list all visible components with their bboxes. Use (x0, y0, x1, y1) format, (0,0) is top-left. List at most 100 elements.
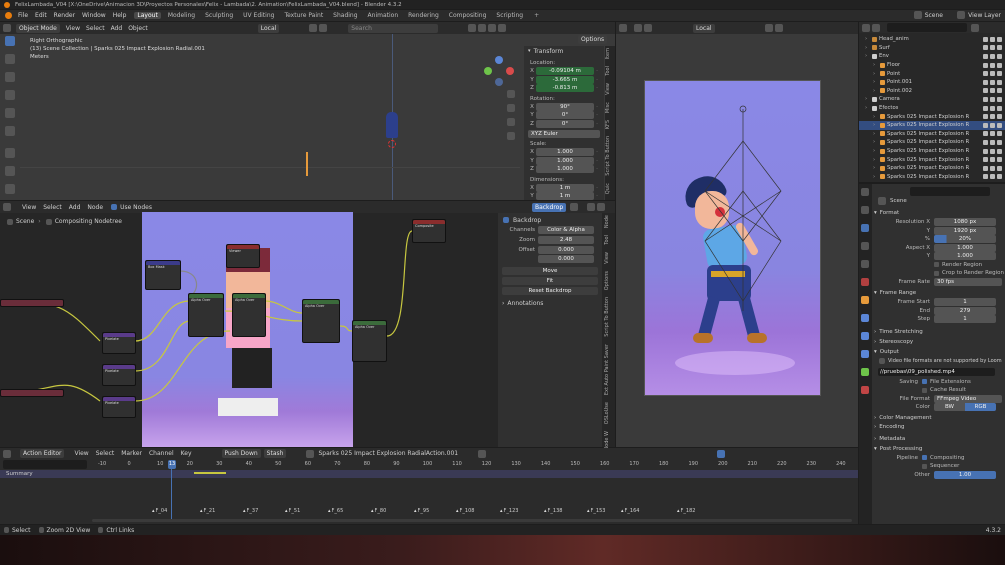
node-box-mask[interactable]: Box Mask (145, 260, 181, 290)
dopesheet-menu-select[interactable]: Select (96, 450, 115, 457)
cache-result-checkbox[interactable] (922, 387, 927, 393)
render-icon[interactable] (997, 174, 1002, 180)
camera-icon[interactable] (990, 139, 995, 145)
render-icon[interactable] (997, 36, 1002, 42)
node-alpha-over-3[interactable]: Alpha Over (302, 299, 340, 343)
scale-x-field[interactable]: 1.000 (536, 148, 594, 157)
keyframe-dot-icon[interactable]: · (594, 193, 600, 199)
frame-start-field[interactable]: 1 (934, 298, 996, 307)
timeline-marker[interactable]: ▴ F_182 (677, 508, 695, 514)
render-icon[interactable] (997, 71, 1002, 77)
keyframe-dot-icon[interactable]: · (594, 85, 600, 91)
render-icon[interactable] (997, 131, 1002, 137)
file-format-field[interactable]: FFmpeg Video (934, 394, 1002, 403)
workspace-tab-uv-editing[interactable]: UV Editing (240, 12, 277, 19)
menu-window[interactable]: Window (82, 12, 106, 19)
editor-type-icon[interactable] (3, 24, 11, 32)
n-panel-tab-view[interactable]: View (605, 81, 611, 97)
dopesheet-menu-channel[interactable]: Channel (149, 450, 174, 457)
material-props-icon[interactable] (861, 386, 869, 394)
color-bw-button[interactable]: BW (934, 403, 965, 412)
frame-end-field[interactable]: 279 (934, 306, 996, 315)
camera-tool-icon[interactable] (634, 24, 642, 32)
outliner-row[interactable]: › Sparks 025 Impact Explosion Ra (859, 164, 1005, 173)
camera-icon[interactable] (990, 71, 995, 77)
outliner-row[interactable]: › Point.001 (859, 78, 1005, 87)
backdrop-channel-icon[interactable] (570, 203, 579, 211)
timeline-marker[interactable]: ▴ F_95 (414, 508, 429, 514)
menu-render[interactable]: Render (54, 12, 75, 19)
camera-icon[interactable] (990, 148, 995, 154)
dopesheet-filter-icon[interactable] (717, 449, 726, 458)
scale-z-field[interactable]: 1.000 (536, 165, 594, 174)
eye-icon[interactable] (983, 157, 988, 163)
backdrop-checkbox[interactable] (503, 217, 509, 223)
render-icon[interactable] (997, 165, 1002, 171)
outliner-row[interactable]: › Sparks 025 Impact Explosion Ra (859, 130, 1005, 139)
sequencer-checkbox[interactable] (922, 463, 927, 469)
viewport-menu-select[interactable]: Select (86, 25, 105, 32)
eye-icon[interactable] (983, 71, 988, 77)
workspace-tab-animation[interactable]: Animation (365, 12, 402, 19)
dopesheet-menu-key[interactable]: Key (181, 450, 192, 457)
physics-props-icon[interactable] (861, 332, 869, 340)
compositor-tab-node[interactable]: Node (604, 213, 610, 230)
keyframe-dot-icon[interactable]: · (594, 149, 600, 155)
n-panel-tab-quic[interactable]: Quic (605, 181, 611, 196)
node-alpha-over-1[interactable]: Alpha Over (188, 293, 224, 337)
outliner-row[interactable]: › Sparks 025 Impact Explosion Ra (859, 173, 1005, 182)
expand-chevron-icon[interactable]: › (873, 122, 878, 128)
push-down-button[interactable]: Push Down (221, 449, 261, 458)
camera-tool2-icon[interactable] (644, 24, 652, 32)
scene-selector[interactable]: Scene (913, 11, 943, 19)
timeline-marker[interactable]: ▴ F_80 (371, 508, 386, 514)
keyframe-dot-icon[interactable]: · (594, 104, 600, 110)
timeline-marker[interactable]: ▴ F_37 (243, 508, 258, 514)
viewport-menu-add[interactable]: Add (111, 25, 123, 32)
eye-icon[interactable] (983, 96, 988, 102)
timeline-marker[interactable]: ▴ F_164 (621, 508, 639, 514)
overlay-icon[interactable] (468, 24, 477, 32)
keyframe-dot-icon[interactable]: · (594, 112, 600, 118)
camera-icon[interactable] (990, 105, 995, 111)
rotation-mode-select[interactable]: XYZ Euler (528, 130, 600, 138)
outliner-row[interactable]: › Env (859, 52, 1005, 61)
dopesheet-editor-icon[interactable] (3, 449, 11, 458)
select-box-tool-icon[interactable] (5, 36, 15, 46)
scene-props-icon[interactable] (861, 260, 869, 268)
add-workspace-icon[interactable]: + (534, 12, 539, 19)
n-panel-tab-kfs[interactable]: KFS (605, 118, 611, 131)
node-pixelate-1[interactable]: Pixelate (102, 332, 136, 354)
expand-chevron-icon[interactable]: › (865, 45, 870, 51)
workspace-tab-layout[interactable]: Layout (134, 12, 161, 19)
node-pixelate-2[interactable]: Pixelate (102, 364, 136, 386)
outliner-row[interactable]: › Point.002 (859, 87, 1005, 96)
move-tool-icon[interactable] (5, 72, 15, 82)
camera-icon[interactable] (990, 88, 995, 94)
aspect-x-field[interactable]: 1.000 (934, 243, 996, 252)
world-props-icon[interactable] (861, 278, 869, 286)
camera-overlay-icon[interactable] (764, 24, 773, 32)
timeline-marker[interactable]: ▴ F_153 (587, 508, 605, 514)
outliner-row[interactable]: › Sparks 025 Impact Explosion Ra (859, 138, 1005, 147)
camera-editor-type-icon[interactable] (619, 24, 627, 32)
action-name-field[interactable]: Sparks 025 Impact Explosion RadialAction… (318, 450, 458, 457)
eye-icon[interactable] (983, 79, 988, 85)
outliner-row[interactable]: › Head_anim (859, 35, 1005, 44)
encoding-header[interactable]: › Encoding (874, 423, 1005, 432)
dopesheet-mode-select[interactable]: Action Editor (20, 449, 65, 458)
rotate-tool-icon[interactable] (5, 90, 15, 100)
annotate-tool-icon[interactable] (5, 148, 15, 158)
expand-chevron-icon[interactable]: › (873, 139, 878, 145)
eye-icon[interactable] (983, 122, 988, 128)
camera-shading-icon[interactable] (774, 24, 783, 32)
expand-chevron-icon[interactable]: › (873, 88, 878, 94)
modifier-props-icon[interactable] (861, 314, 869, 322)
gizmo-y-icon[interactable] (484, 67, 492, 75)
timeline-marker[interactable]: ▴ F_65 (328, 508, 343, 514)
measure-tool-icon[interactable] (5, 166, 15, 176)
viewport-menu-object[interactable]: Object (128, 25, 148, 32)
camera-icon[interactable] (990, 96, 995, 102)
output-path-field[interactable]: //pruebas\09_polished.mp4 (878, 367, 995, 376)
keyframe-dot-icon[interactable]: · (594, 185, 600, 191)
